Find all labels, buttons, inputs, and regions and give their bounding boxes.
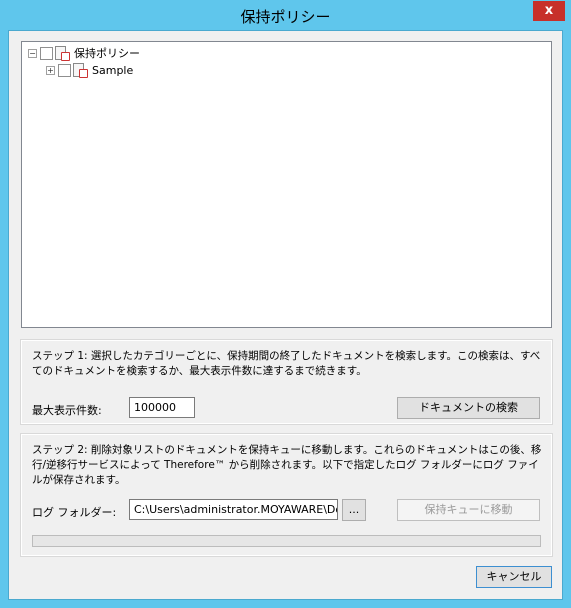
policy-icon xyxy=(72,63,88,78)
tree-node-root[interactable]: − 保持ポリシー xyxy=(28,45,140,61)
step1-description: ステップ 1: 選択したカテゴリーごとに、保持期間の終了したドキュメントを検索し… xyxy=(32,350,541,377)
tree-node-label: Sample xyxy=(92,63,134,77)
tree-node-sample[interactable]: + Sample xyxy=(46,62,133,78)
step2-description: ステップ 2: 削除対象リストのドキュメントを保持キューに移動します。これらのド… xyxy=(32,444,542,486)
log-folder-input[interactable]: C:\Users\administrator.MOYAWARE\Docu xyxy=(129,499,338,520)
tree-node-checkbox[interactable] xyxy=(40,46,53,60)
tree-node-checkbox[interactable] xyxy=(58,63,71,77)
retention-policy-window: 保持ポリシー x − 保持ポリシー + Sample ステップ 1: 選択したカ… xyxy=(0,0,571,608)
cancel-button[interactable]: キャンセル xyxy=(476,566,552,588)
close-button[interactable]: x xyxy=(533,1,565,21)
move-to-retention-queue-button[interactable]: 保持キューに移動 xyxy=(397,499,540,521)
tree-node-label: 保持ポリシー xyxy=(74,47,140,60)
max-results-input[interactable]: 100000 xyxy=(129,397,195,418)
policy-tree[interactable]: − 保持ポリシー + Sample xyxy=(21,41,552,328)
browse-folder-button[interactable]: ... xyxy=(342,499,366,521)
step2-group: ステップ 2: 削除対象リストのドキュメントを保持キューに移動します。これらのド… xyxy=(20,433,553,557)
collapse-icon[interactable]: − xyxy=(28,48,37,58)
dialog-body: − 保持ポリシー + Sample ステップ 1: 選択したカテゴリーごとに、保… xyxy=(8,30,563,600)
title-bar[interactable]: 保持ポリシー x xyxy=(0,0,571,30)
search-documents-button[interactable]: ドキュメントの検索 xyxy=(397,397,540,419)
window-title: 保持ポリシー xyxy=(240,8,331,26)
expand-icon[interactable]: + xyxy=(46,65,55,75)
max-results-label: 最大表示件数: xyxy=(32,404,102,417)
progress-bar xyxy=(32,535,541,547)
log-folder-label: ログ フォルダー: xyxy=(32,506,117,519)
step1-group: ステップ 1: 選択したカテゴリーごとに、保持期間の終了したドキュメントを検索し… xyxy=(20,339,553,425)
policy-icon xyxy=(54,46,70,61)
